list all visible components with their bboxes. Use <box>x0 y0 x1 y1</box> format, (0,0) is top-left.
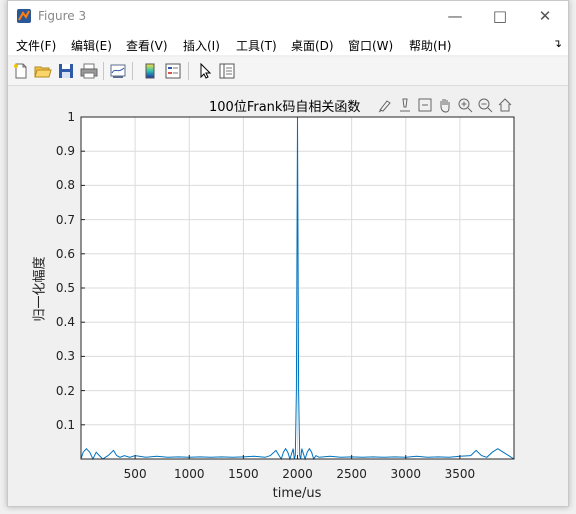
x-tick-label: 2000 <box>282 467 313 481</box>
data-tips-icon[interactable] <box>397 97 413 113</box>
y-tick-label: 0.1 <box>55 417 75 432</box>
y-tick-label: 1 <box>67 110 75 124</box>
x-tick-label: 3500 <box>444 467 476 481</box>
y-tick-label: 0.7 <box>55 212 75 227</box>
zoom-in-icon[interactable] <box>457 97 473 113</box>
pan-icon[interactable] <box>437 97 453 113</box>
x-tick-label: 1500 <box>228 467 259 481</box>
y-tick-label: 0.4 <box>55 315 75 330</box>
y-axis-label: 归一化幅度 <box>32 256 48 322</box>
y-tick-label: 0.3 <box>55 349 75 364</box>
x-axis-label: time/us <box>272 486 322 501</box>
plot-title: 100位Frank码自相关函数 <box>209 100 361 115</box>
x-tick-label: 3000 <box>390 467 422 481</box>
plot-canvas <box>80 116 515 461</box>
y-tick-label: 0.6 <box>55 246 75 261</box>
x-tick-label: 2500 <box>336 467 367 481</box>
y-tick-label: 0.9 <box>55 144 75 159</box>
x-tick-label: 500 <box>123 467 147 481</box>
y-tick-label: 0.5 <box>55 281 75 295</box>
home-icon[interactable] <box>497 97 513 113</box>
restore-view-icon[interactable] <box>417 97 433 113</box>
y-tick-label: 0.8 <box>55 178 75 193</box>
brush-icon[interactable] <box>377 97 393 113</box>
y-tick-label: 0.2 <box>55 383 75 398</box>
zoom-out-icon[interactable] <box>477 97 493 113</box>
x-tick-label: 1000 <box>173 467 205 481</box>
